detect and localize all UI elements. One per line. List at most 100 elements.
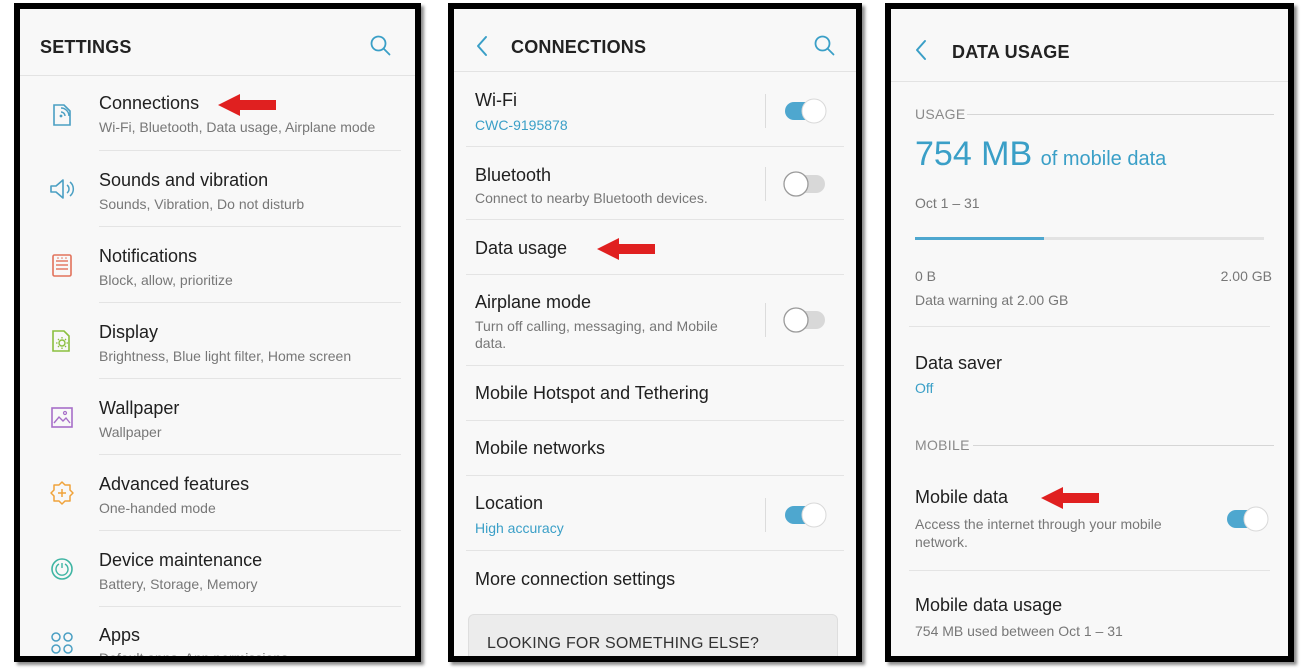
back-icon[interactable] [913, 37, 929, 63]
divider [765, 303, 766, 337]
settings-item-wallpaper[interactable]: Wallpaper Wallpaper [20, 379, 415, 454]
settings-item-connections[interactable]: Connections Wi-Fi, Bluetooth, Data usage… [20, 75, 415, 150]
usage-amount-suffix: of mobile data [1040, 148, 1167, 170]
section-line [967, 114, 1274, 115]
settings-item-subtitle: Sounds, Vibration, Do not disturb [99, 196, 305, 212]
settings-item-advanced-features[interactable]: Advanced features One-handed mode [20, 455, 415, 530]
item-title: Mobile networks [475, 438, 606, 458]
section-header-mobile: MOBILE [915, 437, 970, 453]
connections-item-location[interactable]: Location High accuracy [454, 476, 856, 550]
wifi-network-name: CWC-9195878 [475, 117, 568, 133]
mobile-data-item[interactable]: Mobile data Access the internet through … [891, 464, 1288, 570]
connections-icon [53, 104, 71, 126]
connections-item-data-usage[interactable]: Data usage [454, 220, 856, 274]
settings-item-apps[interactable]: Apps Default apps, App permissions [20, 607, 415, 656]
settings-item-title: Connections [99, 93, 200, 113]
connections-panel: CONNECTIONS Wi-Fi CWC-9195878 Bluetooth … [448, 3, 862, 662]
bluetooth-toggle[interactable] [782, 170, 828, 198]
search-icon[interactable] [812, 33, 838, 59]
settings-item-title: Wallpaper [99, 398, 180, 418]
settings-panel: SETTINGS Connections Wi-Fi, Bluetooth, D… [14, 3, 421, 662]
page-title: SETTINGS [40, 37, 132, 57]
section-line [973, 445, 1274, 446]
data-saver-status: Off [915, 380, 934, 396]
usage-period: Oct 1 – 31 [915, 195, 980, 211]
settings-item-subtitle: Wi-Fi, Bluetooth, Data usage, Airplane m… [99, 119, 376, 135]
item-title: More connection settings [475, 569, 676, 589]
item-subtitle: Connect to nearby Bluetooth devices. [475, 190, 708, 206]
item-title: Wi-Fi [475, 90, 517, 110]
connections-header: CONNECTIONS [454, 9, 856, 72]
apps-icon [51, 632, 73, 654]
red-arrow-annotation [595, 235, 657, 263]
item-title: Bluetooth [475, 165, 552, 185]
settings-item-display[interactable]: Display Brightness, Blue light filter, H… [20, 303, 415, 378]
advanced-features-icon [50, 481, 74, 505]
looking-for-something-else-card: LOOKING FOR SOMETHING ELSE? [468, 614, 838, 656]
settings-item-sounds[interactable]: Sounds and vibration Sounds, Vibration, … [20, 151, 415, 226]
connections-item-mobile-networks[interactable]: Mobile networks [454, 421, 856, 475]
connections-item-wifi[interactable]: Wi-Fi CWC-9195878 [454, 72, 856, 146]
data-saver-item[interactable]: Data saver Off [891, 327, 1288, 412]
wallpaper-icon [51, 407, 73, 428]
item-title: Data saver [915, 353, 1003, 373]
divider [765, 167, 766, 201]
connections-item-more-settings[interactable]: More connection settings [454, 551, 856, 607]
usage-progress-fill [915, 237, 1045, 240]
item-title: Data usage [475, 238, 568, 258]
notifications-icon [52, 254, 72, 277]
item-title: Location [475, 493, 544, 513]
settings-item-subtitle: One-handed mode [99, 500, 216, 516]
settings-header: SETTINGS [20, 9, 415, 76]
settings-item-subtitle: Battery, Storage, Memory [99, 576, 258, 592]
usage-amount: 754 MB [915, 135, 1033, 173]
connections-item-airplane-mode[interactable]: Airplane mode Turn off calling, messagin… [454, 275, 856, 365]
mobile-data-usage-item[interactable]: Mobile data usage 754 MB used between Oc… [891, 571, 1288, 656]
settings-item-subtitle: Brightness, Blue light filter, Home scre… [99, 348, 352, 364]
item-subtitle: 754 MB used between Oct 1 – 31 [915, 623, 1123, 639]
search-icon[interactable] [368, 33, 394, 59]
settings-item-title: Apps [99, 625, 141, 645]
mobile-data-toggle[interactable] [1224, 505, 1270, 533]
range-min-label: 0 B [915, 268, 937, 284]
range-max-label: 2.00 GB [1220, 268, 1272, 284]
item-title: Mobile Hotspot and Tethering [475, 383, 709, 403]
item-title: Mobile data usage [915, 595, 1063, 615]
data-warning-text: Data warning at 2.00 GB [915, 292, 1069, 308]
settings-item-title: Sounds and vibration [99, 170, 269, 190]
settings-item-title: Display [99, 322, 159, 342]
settings-item-title: Device maintenance [99, 550, 263, 570]
red-arrow-annotation [1039, 484, 1101, 512]
page-title: CONNECTIONS [511, 37, 647, 57]
settings-item-title: Advanced features [99, 474, 250, 494]
location-mode: High accuracy [475, 520, 564, 536]
item-title: Mobile data [915, 487, 1009, 507]
connections-item-bluetooth[interactable]: Bluetooth Connect to nearby Bluetooth de… [454, 147, 856, 219]
card-title: LOOKING FOR SOMETHING ELSE? [487, 635, 760, 652]
wifi-toggle[interactable] [782, 97, 828, 125]
data-usage-header: DATA USAGE [891, 9, 1288, 82]
item-subtitle-line1: Access the internet through your mobile [915, 516, 1162, 532]
connections-item-mobile-hotspot[interactable]: Mobile Hotspot and Tethering [454, 366, 856, 420]
settings-item-title: Notifications [99, 246, 198, 266]
item-subtitle-line2: data. [475, 335, 507, 351]
divider [765, 94, 766, 128]
divider [765, 498, 766, 532]
section-header-usage: USAGE [915, 106, 966, 122]
device-maintenance-icon [51, 558, 73, 580]
speaker-icon [50, 179, 75, 199]
data-usage-panel: DATA USAGE USAGE 754 MB of mobile data O… [885, 3, 1294, 662]
page-title: DATA USAGE [952, 42, 1070, 62]
settings-item-subtitle: Wallpaper [99, 424, 162, 440]
item-subtitle-line2: network. [915, 534, 968, 550]
settings-item-device-maintenance[interactable]: Device maintenance Battery, Storage, Mem… [20, 531, 415, 606]
red-arrow-annotation [216, 91, 278, 119]
usage-progress-bar [915, 237, 1264, 240]
location-toggle[interactable] [782, 501, 828, 529]
settings-item-subtitle: Block, allow, prioritize [99, 272, 233, 288]
display-icon [52, 330, 70, 352]
back-icon[interactable] [474, 33, 490, 59]
airplane-mode-toggle[interactable] [782, 306, 828, 334]
settings-item-notifications[interactable]: Notifications Block, allow, prioritize [20, 227, 415, 302]
usage-amount-line: 754 MB of mobile data [915, 135, 1166, 174]
